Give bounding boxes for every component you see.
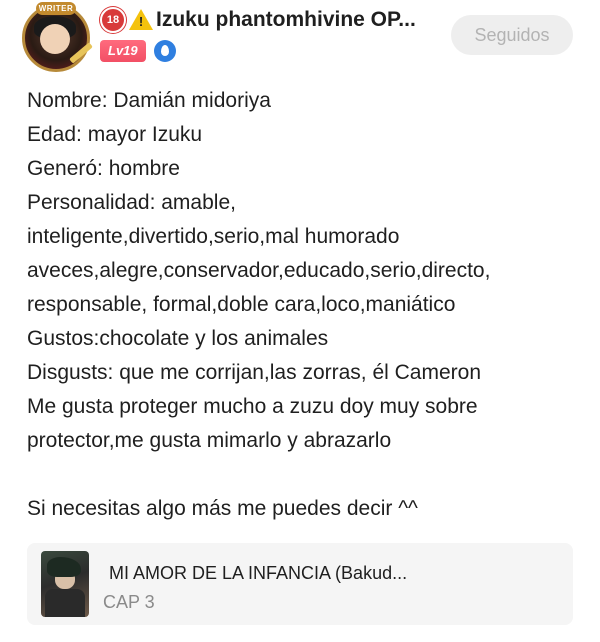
bio-text: Nombre: Damián midoriya Edad: mayor Izuk… (27, 84, 587, 526)
avatar-frame-label: WRITER (36, 2, 76, 15)
linked-post-card[interactable]: MI AMOR DE LA INFANCIA (Bakud... CAP 3 (27, 543, 573, 625)
bio-line: Me gusta proteger mucho a zuzu doy muy s… (27, 395, 478, 418)
avatar-face (40, 24, 70, 54)
bio-line: Disgusts: que me corrijan,las zorras, él… (27, 361, 482, 384)
bio-line: Generó: hombre (27, 157, 180, 180)
bio-line: protector,me gusta mimarlo y abrazarlo (27, 429, 392, 452)
name-row: 18 ! Izuku phantomhivine OP... (100, 6, 416, 34)
warning-icon: ! (129, 9, 153, 31)
following-button[interactable]: Seguidos (451, 15, 573, 55)
display-name[interactable]: Izuku phantomhivine OP... (156, 8, 416, 32)
bio-line: Personalidad: amable, (27, 191, 236, 214)
post-title: MI AMOR DE LA INFANCIA (Bakud... (109, 563, 408, 583)
profile-header: WRITER 18 ! Izuku phantomhivine OP... Lv… (0, 0, 600, 78)
level-row: Lv19 (100, 40, 176, 62)
bio-spacer (27, 458, 587, 492)
bio-line: aveces,alegre,conservador,educado,serio,… (27, 259, 491, 282)
bio-line: Si necesitas algo más me puedes decir ^^ (27, 497, 418, 520)
age-restriction-icon: 18 (100, 7, 126, 33)
level-badge[interactable]: Lv19 (100, 40, 146, 62)
verified-icon[interactable] (153, 40, 176, 62)
post-thumbnail (41, 551, 89, 617)
bio-line: Edad: mayor Izuku (27, 123, 203, 146)
avatar[interactable]: WRITER (22, 2, 93, 72)
bio-line: inteligente,divertido,serio,mal humorado (27, 225, 400, 248)
bio-line: Nombre: Damián midoriya (27, 89, 271, 112)
bio-line: responsable, formal,doble cara,loco,mani… (27, 293, 456, 316)
post-subtitle: CAP 3 (103, 592, 155, 612)
bio-line: Gustos:chocolate y los animales (27, 327, 329, 350)
